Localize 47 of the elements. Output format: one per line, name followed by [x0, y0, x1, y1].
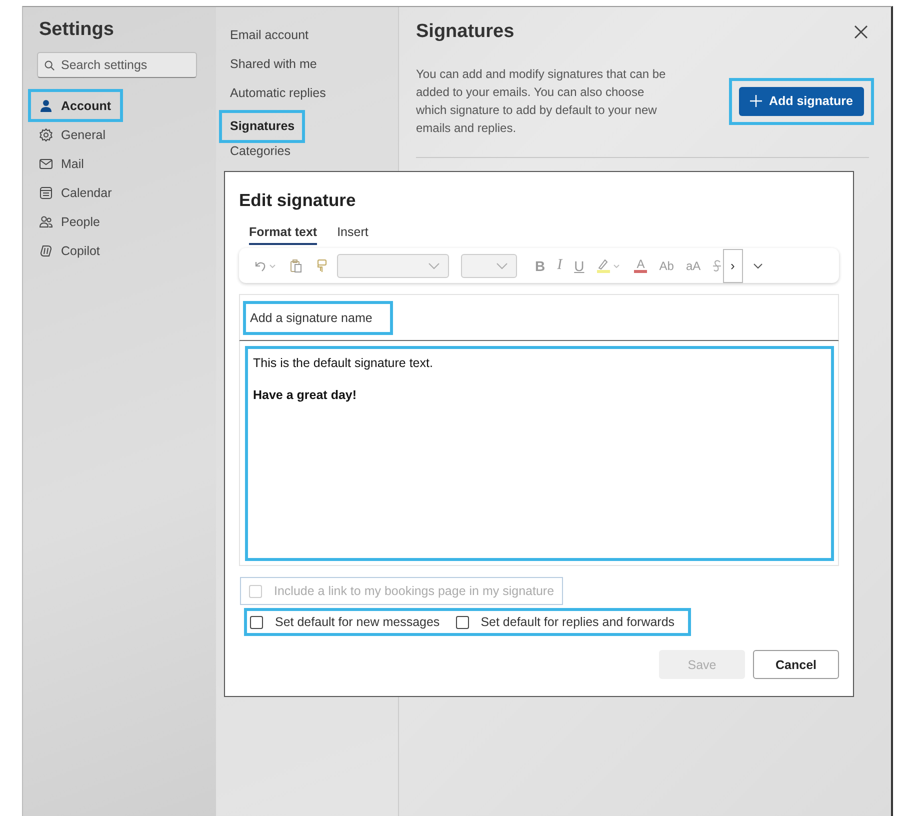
subnav-item[interactable]: Signatures — [221, 112, 303, 141]
paste-icon[interactable] — [289, 258, 303, 272]
nav-item[interactable]: Copilot — [37, 236, 110, 265]
subnav-item[interactable]: Categories — [230, 141, 296, 170]
pane-title: Signatures — [416, 21, 514, 43]
signature-text: This is the default signature text. — [253, 356, 433, 370]
chevron-down-icon[interactable] — [752, 262, 763, 268]
highlighter-icon[interactable] — [596, 258, 622, 274]
mail-icon — [39, 156, 53, 170]
search-field[interactable]: Search settings — [37, 52, 197, 78]
font-dropdown[interactable] — [337, 254, 449, 278]
add-signature-button[interactable]: Add signature — [738, 86, 864, 116]
signatures-description: You can add and modify signatures that can be added to your emails. You can also choose which signature to add by default to your new emails and replies. — [416, 66, 667, 137]
nav-item[interactable]: Mail — [37, 149, 94, 178]
signature-text: Have a great day! — [253, 388, 357, 402]
nav-item[interactable]: People — [37, 207, 110, 236]
gear-icon — [39, 128, 53, 142]
signature-name-field[interactable]: Add a signature name — [246, 304, 390, 332]
chevron-down-icon — [496, 262, 508, 270]
checkbox-label: Include a link to my bookings page in my signature — [274, 584, 554, 598]
font-size-dropdown[interactable] — [461, 254, 517, 278]
close-icon[interactable] — [853, 24, 869, 40]
nav-item[interactable]: Calendar — [37, 178, 122, 207]
tab[interactable]: Format text — [249, 225, 318, 245]
nav-item[interactable]: Account — [30, 91, 121, 120]
person-icon — [39, 98, 53, 112]
format-painter-icon[interactable] — [315, 258, 329, 272]
dialog-title: Edit signature — [239, 190, 357, 211]
more-button[interactable]: › — [722, 248, 743, 282]
strikethrough-icon[interactable] — [712, 258, 721, 274]
checkbox-label: Set default for replies and forwards — [480, 615, 675, 629]
checkbox[interactable] — [456, 616, 469, 628]
copilot-icon — [39, 244, 53, 258]
calendar-icon — [39, 186, 53, 200]
people-icon — [39, 214, 53, 228]
subnav-item[interactable]: Automatic replies — [230, 83, 332, 112]
checkbox-label: Set default for new messages — [275, 615, 440, 629]
nav-item[interactable]: General — [37, 120, 116, 149]
subnav-item[interactable]: Email account — [230, 25, 315, 54]
chevron-down-icon — [428, 262, 440, 270]
search-icon — [44, 60, 55, 71]
plus-icon — [750, 95, 762, 107]
checkbox[interactable] — [250, 616, 263, 628]
settings-title: Settings — [38, 19, 115, 41]
tab[interactable]: Insert — [337, 225, 368, 245]
subnav-item[interactable]: Shared with me — [230, 54, 323, 83]
cancel-button[interactable]: Cancel — [753, 650, 839, 679]
